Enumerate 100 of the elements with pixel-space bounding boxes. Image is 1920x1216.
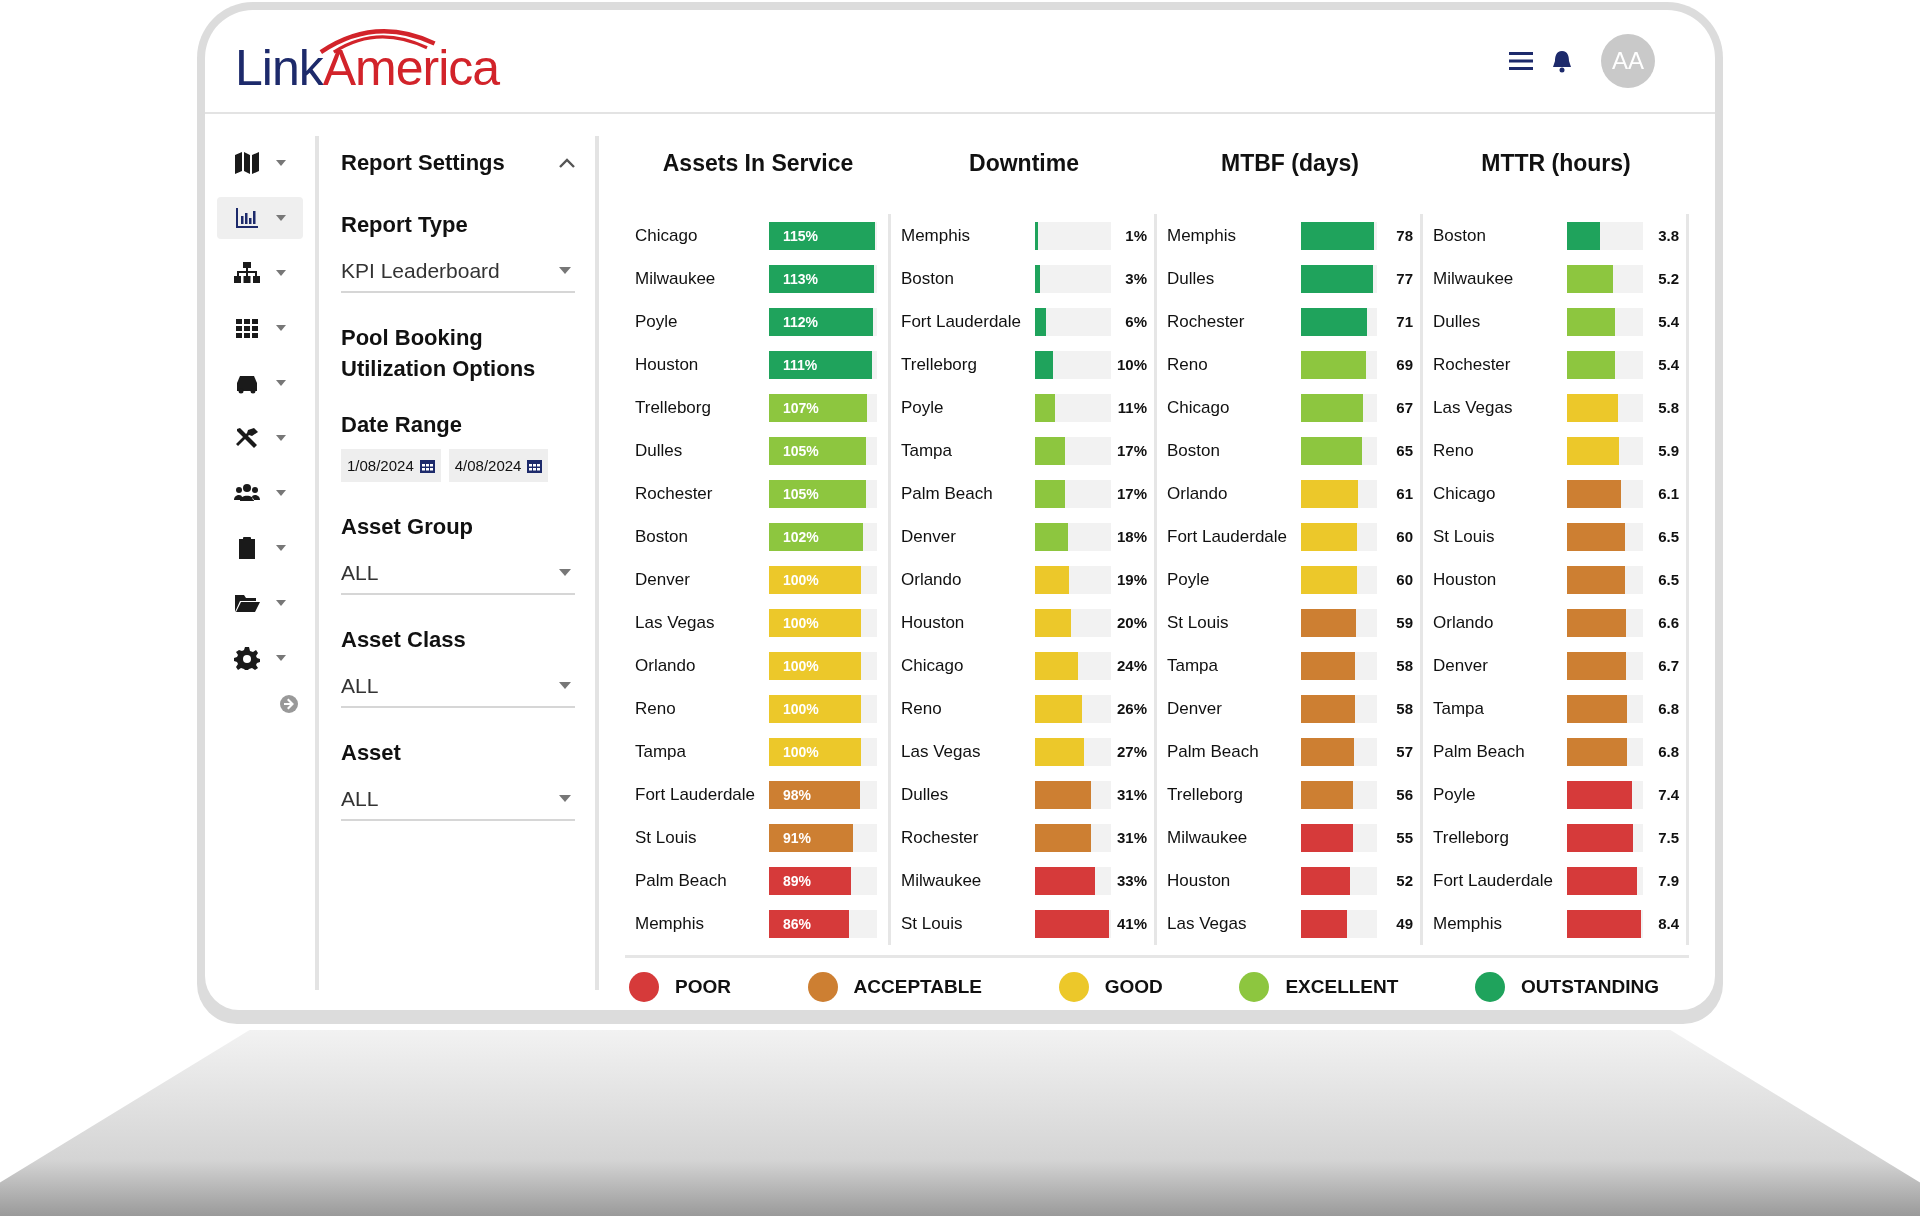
row-label: Rochester <box>1167 311 1246 332</box>
column-heading: MTTR (hours) <box>1480 150 1632 178</box>
bar: 115% <box>769 221 875 250</box>
grid-icon <box>234 316 260 340</box>
row-label: Milwaukee <box>901 870 983 891</box>
row-label: Denver <box>635 569 691 590</box>
logo: LinkAmerica <box>235 25 500 97</box>
row-label: Orlando <box>635 655 697 676</box>
bar: 89% <box>769 866 852 895</box>
row-label: St Louis <box>635 827 698 848</box>
value-label: 6.5 <box>1657 571 1679 588</box>
dropdown[interactable]: ALL <box>341 669 575 708</box>
value-label: 6.8 <box>1657 743 1679 760</box>
value-label: 6.5 <box>1657 528 1679 545</box>
calendar-icon <box>527 458 543 474</box>
field-label: Asset Group <box>341 513 475 542</box>
caret-icon <box>276 215 286 221</box>
bar-chart-icon <box>234 206 260 230</box>
bar: 112% <box>769 307 873 336</box>
bar: 102% <box>769 522 863 551</box>
map-icon <box>234 151 260 175</box>
settings-icon <box>234 646 260 670</box>
row-label: Milwaukee <box>1167 827 1249 848</box>
value-label: 11% <box>1116 399 1147 416</box>
chevron-icon[interactable] <box>559 158 575 168</box>
row-label: Chicago <box>1167 397 1231 418</box>
value-label: 7.4 <box>1657 786 1679 803</box>
row-label: Tampa <box>635 741 688 762</box>
value-label: 55 <box>1395 829 1413 846</box>
row-label: Houston <box>635 354 700 375</box>
value-label: 49 <box>1395 915 1413 932</box>
row-label: Memphis <box>1433 913 1503 934</box>
row-label: Dulles <box>901 784 950 805</box>
bar: 91% <box>769 823 854 852</box>
column-heading: MTBF (days) <box>1220 150 1360 178</box>
row-label: Rochester <box>1433 354 1512 375</box>
caret-icon <box>276 380 286 386</box>
value-label: 27% <box>1115 743 1147 760</box>
row-label: Poyle <box>901 397 945 418</box>
value-label: 60 <box>1395 571 1413 588</box>
value-label: 3.8 <box>1657 227 1679 244</box>
arrow-circle-icon[interactable] <box>279 694 299 714</box>
row-label: St Louis <box>901 913 964 934</box>
bell-icon[interactable] <box>1551 49 1573 73</box>
value-label: 20% <box>1115 614 1147 631</box>
row-label: Trelleborg <box>1167 784 1244 805</box>
row-label: Dulles <box>635 440 684 461</box>
row-label: Memphis <box>901 225 971 246</box>
row-label: Poyle <box>635 311 679 332</box>
row-label: Reno <box>635 698 677 719</box>
value-label: 33% <box>1115 872 1147 889</box>
value-label: 3% <box>1124 270 1147 287</box>
date-field[interactable]: 4/08/2024 <box>448 449 549 483</box>
row-label: Boston <box>901 268 955 289</box>
caret-icon <box>559 569 571 577</box>
value-label: 19% <box>1115 571 1147 588</box>
bar: 111% <box>769 350 872 379</box>
value-label: 56 <box>1395 786 1413 803</box>
tools-icon <box>234 426 260 450</box>
dropdown[interactable]: KPI Leaderboard <box>341 254 575 293</box>
date-field[interactable]: 1/08/2024 <box>341 449 441 483</box>
caret-icon <box>276 490 286 496</box>
caret-icon <box>276 270 286 276</box>
field-label: Asset <box>341 738 402 767</box>
row-label: Milwaukee <box>635 268 717 289</box>
row-label: Palm Beach <box>635 870 728 891</box>
row-label: Reno <box>901 698 943 719</box>
row-label: Chicago <box>901 655 965 676</box>
value-label: 77 <box>1395 270 1413 287</box>
row-label: Tampa <box>1167 655 1220 676</box>
value-label: 6.8 <box>1657 700 1679 717</box>
value-label: 24% <box>1115 657 1147 674</box>
column-heading: Downtime <box>968 150 1080 178</box>
row-label: Chicago <box>635 225 699 246</box>
row-label: Denver <box>1433 655 1489 676</box>
value-label: 8.4 <box>1657 915 1679 932</box>
value-label: 26% <box>1115 700 1147 717</box>
row-label: Rochester <box>635 483 714 504</box>
panel-title: Report Settings <box>341 150 505 176</box>
value-label: 31% <box>1115 829 1147 846</box>
value-label: 17% <box>1115 485 1147 502</box>
value-label: 57 <box>1395 743 1413 760</box>
sidebar-item[interactable] <box>217 197 303 239</box>
row-label: Boston <box>635 526 689 547</box>
row-label: Dulles <box>1167 268 1216 289</box>
bar: 105% <box>769 479 867 508</box>
calendar-icon <box>419 458 435 474</box>
value-label: 5.9 <box>1657 442 1679 459</box>
bar: 100% <box>769 608 861 637</box>
value-label: 78 <box>1395 227 1413 244</box>
row-label: Orlando <box>901 569 963 590</box>
value-label: 61 <box>1395 485 1413 502</box>
menu-icon[interactable] <box>1509 51 1533 71</box>
dropdown[interactable]: ALL <box>341 782 575 821</box>
value-label: 6.6 <box>1657 614 1679 631</box>
row-label: Milwaukee <box>1433 268 1515 289</box>
dropdown[interactable]: ALL <box>341 557 575 595</box>
column-heading: Assets In Service <box>661 150 855 178</box>
row-label: Las Vegas <box>1167 913 1248 934</box>
row-label: Reno <box>1433 440 1475 461</box>
